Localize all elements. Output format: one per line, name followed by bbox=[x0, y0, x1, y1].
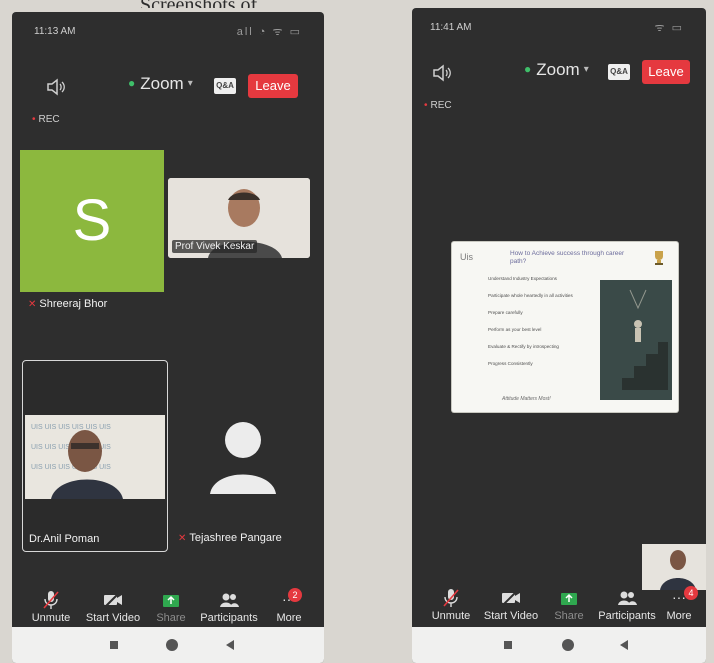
speaker-icon[interactable] bbox=[432, 64, 452, 82]
share-icon bbox=[561, 593, 577, 605]
participant-video-feed: UIS UIS UIS UIS UIS UIS UIS UIS UIS UIS … bbox=[25, 415, 165, 499]
status-icons: ᯤ ▭ bbox=[654, 22, 684, 34]
android-nav-bar bbox=[12, 627, 324, 663]
mic-muted-icon: ✕ bbox=[28, 299, 37, 310]
recording-indicator: • REC bbox=[32, 114, 60, 125]
shared-screen-slide[interactable]: Uis How to Achieve success through caree… bbox=[452, 242, 678, 412]
mic-off-icon bbox=[443, 589, 459, 607]
participant-name-label: Prof Vivek Keskar bbox=[172, 240, 258, 253]
shield-icon: ● bbox=[128, 76, 136, 90]
chevron-down-icon: ▾ bbox=[583, 64, 589, 75]
slide-logo: Uis bbox=[460, 252, 473, 262]
meeting-topbar: ● Zoom ▾ Q&A Leave bbox=[412, 58, 706, 88]
slide-image bbox=[600, 280, 672, 400]
video-off-icon bbox=[501, 589, 520, 607]
slide-bullet: Perform as your best level bbox=[488, 327, 542, 332]
slide-title: How to Achieve success through career pa… bbox=[510, 250, 625, 265]
notification-badge: 2 bbox=[288, 588, 302, 602]
status-icons: all ◔ ᯤ ▭ bbox=[236, 26, 302, 38]
participants-button[interactable]: Participants bbox=[594, 588, 660, 622]
leave-button[interactable]: Leave bbox=[642, 60, 690, 84]
share-icon bbox=[163, 595, 179, 607]
self-video-thumbnail[interactable] bbox=[642, 544, 706, 590]
status-time: 11:13 AM bbox=[34, 26, 76, 37]
speaker-icon[interactable] bbox=[46, 78, 66, 96]
status-time: 11:41 AM bbox=[430, 22, 472, 33]
share-button[interactable]: Share bbox=[536, 588, 602, 622]
shield-icon: ● bbox=[524, 62, 532, 76]
slide-quote: Attitude Matters Most! bbox=[502, 396, 551, 402]
slide-bullet: Understand Industry Expectations bbox=[488, 276, 557, 281]
phone-screen-right: 11:41 AM ᯤ ▭ ● Zoom ▾ Q&A Leave • REC Uis H… bbox=[412, 8, 706, 663]
participant-video-tile[interactable]: Prof Vivek Keskar bbox=[168, 178, 310, 258]
participant-video-tile-active[interactable]: UIS UIS UIS UIS UIS UIS UIS UIS UIS UIS … bbox=[22, 360, 168, 552]
mic-muted-icon: ✕ bbox=[178, 533, 187, 544]
android-nav-bar bbox=[412, 627, 706, 663]
meeting-title: Zoom bbox=[536, 60, 580, 79]
page-caption: Screenshots of ... bbox=[140, 0, 440, 8]
start-video-button[interactable]: Start Video bbox=[478, 588, 544, 622]
unmute-button[interactable]: Unmute bbox=[18, 590, 84, 624]
status-bar: 11:41 AM ᯤ ▭ bbox=[412, 22, 706, 40]
meeting-toolbar: Unmute Start Video Share Participants ··… bbox=[12, 588, 324, 632]
slide-bullet: Participate whole heartedly in all activ… bbox=[488, 293, 573, 298]
back-button[interactable] bbox=[224, 639, 236, 651]
svg-text:UIS UIS UIS UIS UIS UIS: UIS UIS UIS UIS UIS UIS bbox=[31, 424, 111, 431]
unmute-button[interactable]: Unmute bbox=[418, 588, 484, 622]
qa-button[interactable]: Q&A bbox=[608, 64, 630, 80]
participants-button[interactable]: Participants bbox=[196, 590, 262, 624]
svg-text:UIS UIS UIS UIS UIS UIS: UIS UIS UIS UIS UIS UIS bbox=[31, 464, 111, 471]
participant-name-label: Dr.Anil Poman bbox=[29, 533, 100, 545]
phone-screen-left: 11:13 AM all ◔ ᯤ ▭ ● Zoom ▾ Q&A Leave • REC… bbox=[12, 12, 324, 663]
meeting-toolbar: Unmute Start Video Share Participants ··… bbox=[412, 586, 706, 630]
notification-badge: 4 bbox=[684, 586, 698, 600]
record-dot-icon: • bbox=[32, 114, 36, 125]
person-placeholder-icon bbox=[210, 422, 276, 494]
recording-label: REC bbox=[430, 100, 452, 111]
trophy-icon bbox=[655, 251, 663, 265]
leave-button[interactable]: Leave bbox=[248, 74, 298, 98]
slide-bullet: Prepare carefully bbox=[488, 310, 523, 315]
meeting-title-button[interactable]: ● Zoom ▾ bbox=[524, 60, 589, 80]
recording-indicator: • REC bbox=[424, 100, 452, 111]
participants-icon bbox=[220, 593, 239, 607]
chevron-down-icon: ▾ bbox=[187, 78, 193, 89]
participant-name-label: ✕ Tejashree Pangare bbox=[178, 532, 282, 544]
participant-avatar[interactable]: S bbox=[20, 150, 164, 292]
home-button[interactable] bbox=[166, 639, 178, 651]
meeting-title-button[interactable]: ● Zoom ▾ bbox=[128, 74, 193, 94]
slide-bullet: Evaluate & Rectify by introspecting bbox=[488, 344, 559, 349]
video-off-icon bbox=[103, 591, 122, 609]
slide-bullet-list: Understand Industry Expectations Partici… bbox=[488, 276, 608, 378]
mic-off-icon bbox=[43, 591, 59, 609]
meeting-title: Zoom bbox=[140, 74, 184, 93]
start-video-button[interactable]: Start Video bbox=[80, 590, 146, 624]
recording-label: REC bbox=[38, 114, 60, 125]
share-button[interactable]: Share bbox=[138, 590, 204, 624]
participants-icon bbox=[618, 591, 637, 605]
home-button[interactable] bbox=[562, 639, 574, 651]
back-button[interactable] bbox=[618, 639, 630, 651]
participant-name-label: ✕ Shreeraj Bhor bbox=[28, 298, 108, 310]
status-bar: 11:13 AM all ◔ ᯤ ▭ bbox=[12, 26, 324, 44]
slide-bullet: Progress Consistently bbox=[488, 361, 533, 366]
recents-button[interactable] bbox=[504, 641, 512, 649]
meeting-topbar: ● Zoom ▾ Q&A Leave bbox=[12, 72, 324, 102]
record-dot-icon: • bbox=[424, 100, 428, 111]
qa-button[interactable]: Q&A bbox=[214, 78, 236, 94]
recents-button[interactable] bbox=[110, 641, 118, 649]
